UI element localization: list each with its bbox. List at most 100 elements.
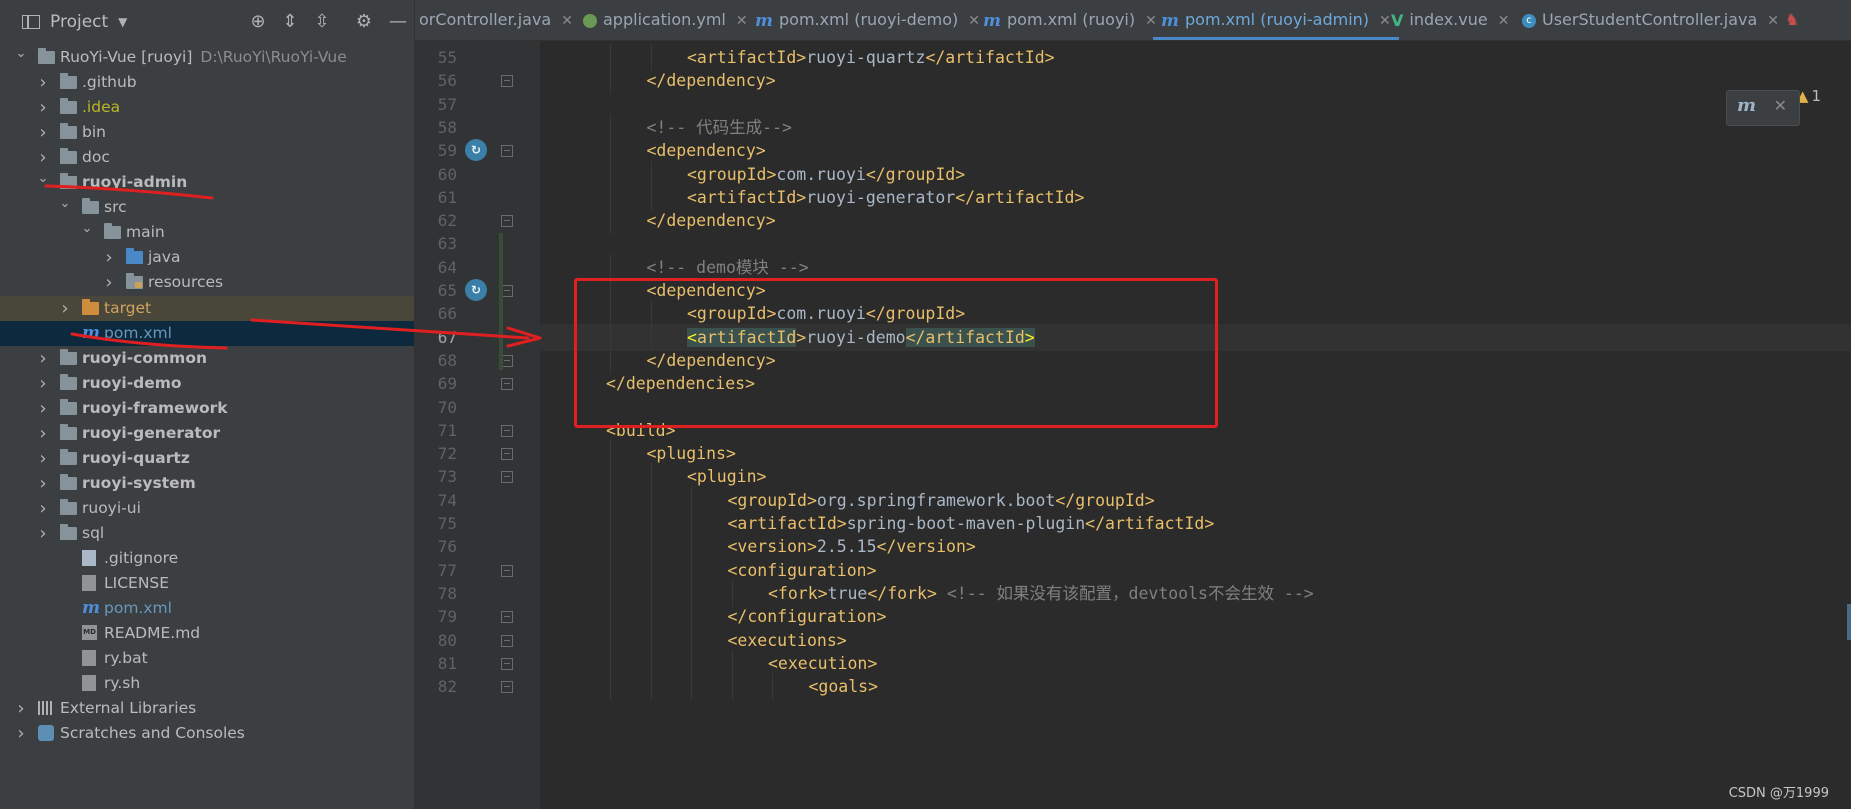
fold-marker-icon[interactable] — [501, 215, 513, 228]
tree-item-ruoyi-system[interactable]: › ruoyi-system — [0, 471, 414, 496]
code-line[interactable]: <goals> — [540, 673, 1851, 701]
chevron-down-icon[interactable]: ⌄ — [80, 216, 94, 241]
chevron-right-icon[interactable]: › — [36, 446, 50, 471]
tree-item-label: java — [148, 245, 180, 270]
inspection-indicator[interactable]: ▲ 1 — [1797, 87, 1821, 105]
chevron-right-icon[interactable]: › — [36, 496, 50, 521]
fold-marker-icon[interactable] — [501, 448, 513, 461]
tree-item-license[interactable]: LICENSE — [0, 571, 414, 596]
code-tag: <executions> — [727, 630, 847, 650]
close-icon[interactable]: ✕ — [1379, 13, 1391, 29]
fold-marker-icon[interactable] — [501, 634, 513, 647]
expand-all-icon[interactable]: ⇕ — [280, 12, 300, 32]
tree-item-ruoyi-framework[interactable]: › ruoyi-framework — [0, 396, 414, 421]
tree-item-name: ry.bat — [104, 649, 148, 668]
chevron-right-icon[interactable]: › — [36, 371, 50, 396]
tree-item-doc[interactable]: › doc — [0, 145, 414, 170]
chevron-right-icon[interactable]: › — [14, 696, 28, 721]
tree-item-label: External Libraries — [60, 696, 196, 721]
tree-item-name: target — [104, 298, 152, 317]
maven-reload-icon[interactable]: m — [1737, 95, 1756, 116]
code-tag: </dependency> — [646, 71, 776, 91]
tree-item-ruoyi-generator[interactable]: › ruoyi-generator — [0, 421, 414, 446]
tree-item-src[interactable]: ⌄ src — [0, 195, 414, 220]
chevron-right-icon[interactable]: › — [14, 721, 28, 746]
fold-marker-icon[interactable] — [501, 145, 513, 158]
chevron-right-icon[interactable]: › — [36, 421, 50, 446]
chevron-right-icon[interactable]: › — [102, 245, 116, 270]
tree-item-ruoyi-demo[interactable]: › ruoyi-demo — [0, 371, 414, 396]
chevron-right-icon[interactable]: › — [36, 346, 50, 371]
gear-icon[interactable]: ⚙ — [354, 12, 374, 32]
locate-icon[interactable]: ⊕ — [248, 12, 268, 32]
tree-item-target[interactable]: › target — [0, 295, 414, 321]
chevron-right-icon[interactable]: › — [36, 95, 50, 120]
tree-item-readme[interactable]: MD README.md — [0, 621, 414, 646]
scrollbar-marker[interactable] — [1847, 604, 1851, 640]
tree-item-scratches[interactable]: › Scratches and Consoles — [0, 721, 414, 746]
tree-item-gitignore[interactable]: .gitignore — [0, 546, 414, 571]
override-marker-icon[interactable]: ↻ — [465, 139, 487, 162]
tree-item-idea[interactable]: › .idea — [0, 95, 414, 120]
tree-item-root[interactable]: ⌄ RuoYi-Vue [ruoyi] D:\RuoYi\RuoYi-Vue — [0, 45, 414, 70]
chevron-right-icon[interactable]: › — [58, 296, 72, 321]
chevron-right-icon[interactable]: › — [36, 471, 50, 496]
chevron-down-icon[interactable]: ⌄ — [14, 41, 28, 66]
tab-overflow[interactable]: ♞ — [1785, 0, 1799, 40]
close-icon[interactable]: ✕ — [1767, 13, 1779, 29]
fold-marker-icon[interactable] — [501, 681, 513, 694]
tree-item-main[interactable]: ⌄ main — [0, 220, 414, 245]
fold-marker-icon[interactable] — [501, 424, 513, 437]
chevron-down-icon[interactable]: ⌄ — [36, 166, 50, 191]
tree-item-bin[interactable]: › bin — [0, 120, 414, 145]
close-icon[interactable]: ✕ — [561, 13, 573, 29]
chevron-right-icon[interactable]: › — [36, 120, 50, 145]
chevron-right-icon[interactable]: › — [102, 270, 116, 295]
close-icon[interactable]: ✕ — [1145, 13, 1157, 29]
tab-application-yml[interactable]: application.yml ✕ — [583, 0, 748, 40]
vcs-change-marker[interactable] — [499, 233, 503, 371]
hide-panel-icon[interactable]: — — [388, 12, 408, 32]
project-panel-title[interactable]: Project — [50, 12, 108, 32]
chevron-right-icon[interactable]: › — [36, 396, 50, 421]
tree-item-ry-bat[interactable]: ry.bat — [0, 646, 414, 671]
tab-controller[interactable]: orController.java ✕ — [419, 0, 573, 40]
tab-pom-ruoyi[interactable]: m pom.xml (ruoyi) ✕ — [983, 0, 1157, 40]
tree-item-name: java — [148, 248, 181, 267]
tree-item-sql[interactable]: › sql — [0, 521, 414, 546]
tree-item-ruoyi-ui[interactable]: › ruoyi-ui — [0, 496, 414, 521]
chevron-right-icon[interactable]: › — [36, 521, 50, 546]
fold-marker-icon[interactable] — [501, 378, 513, 391]
close-icon[interactable]: ✕ — [1498, 13, 1510, 29]
tree-item-external-libraries[interactable]: › External Libraries — [0, 696, 414, 721]
close-icon[interactable]: ✕ — [736, 13, 748, 29]
tree-item-label: src — [104, 195, 127, 220]
chevron-down-icon[interactable]: ⌄ — [58, 191, 72, 216]
fold-marker-icon[interactable] — [501, 471, 513, 484]
maven-reload-popup[interactable]: m ✕ — [1726, 90, 1800, 126]
fold-marker-icon[interactable] — [501, 75, 513, 88]
fold-marker-icon[interactable] — [501, 611, 513, 624]
fold-marker-icon[interactable] — [501, 564, 513, 577]
tree-item-java[interactable]: › java — [0, 245, 414, 270]
tree-item-ruoyi-quartz[interactable]: › ruoyi-quartz — [0, 446, 414, 471]
fold-marker-icon[interactable] — [501, 657, 513, 670]
tree-item-ruoyi-common[interactable]: › ruoyi-common — [0, 346, 414, 371]
tree-item-resources[interactable]: › resources — [0, 270, 414, 295]
close-icon[interactable]: ✕ — [1774, 96, 1787, 115]
override-marker-icon[interactable]: ↻ — [465, 279, 487, 301]
code-tag: </configuration> — [727, 607, 887, 627]
tab-user-student-controller[interactable]: c UserStudentController.java ✕ — [1522, 0, 1779, 40]
tree-item-admin-pom[interactable]: m pom.xml — [0, 320, 414, 346]
tree-item-name: .idea — [82, 98, 121, 117]
tab-pom-ruoyi-admin[interactable]: m pom.xml (ruoyi-admin) ✕ — [1153, 0, 1399, 40]
tree-item-github[interactable]: › .github — [0, 70, 414, 95]
close-icon[interactable]: ✕ — [968, 13, 980, 29]
tree-item-ry-sh[interactable]: ry.sh — [0, 671, 414, 696]
tab-pom-ruoyi-demo[interactable]: m pom.xml (ruoyi-demo) ✕ — [755, 0, 980, 40]
chevron-right-icon[interactable]: › — [36, 70, 50, 95]
tab-index-vue[interactable]: Vindex.vue ✕ — [1391, 0, 1509, 40]
chevron-down-icon[interactable]: ▼ — [118, 15, 127, 29]
tree-item-root-pom[interactable]: m pom.xml — [0, 596, 414, 621]
collapse-all-icon[interactable]: ⇳ — [312, 12, 332, 32]
